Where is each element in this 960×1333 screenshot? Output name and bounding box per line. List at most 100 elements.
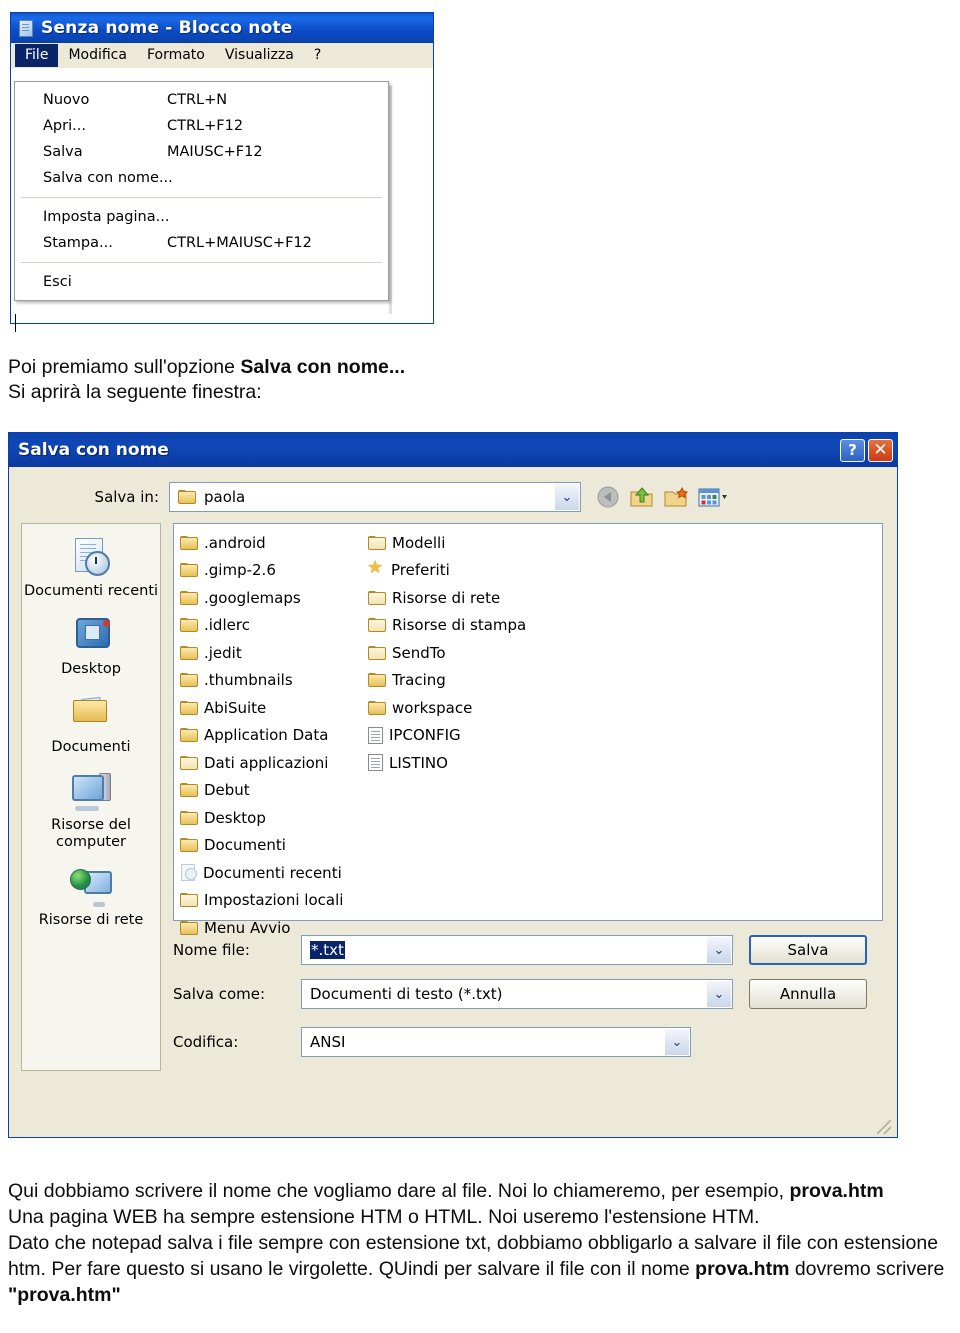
list-item[interactable]: Impostazioni locali bbox=[180, 887, 368, 915]
list-item[interactable]: Preferiti bbox=[367, 557, 526, 585]
list-item[interactable]: .jedit bbox=[180, 639, 368, 667]
menu-item-nuovo[interactable]: Nuovo CTRL+N bbox=[15, 87, 388, 113]
place-documents[interactable]: Documenti bbox=[22, 692, 160, 756]
close-icon[interactable]: ✕ bbox=[868, 438, 893, 462]
place-label: Documenti recenti bbox=[23, 583, 159, 599]
folder-pale-icon bbox=[368, 618, 386, 633]
save-button[interactable]: Salva bbox=[749, 935, 867, 965]
place-label: Desktop bbox=[61, 661, 121, 677]
list-item-label: IPCONFIG bbox=[389, 726, 461, 745]
folder-icon bbox=[368, 673, 386, 688]
instruction-paragraph-bottom: Qui dobbiamo scrivere il nome che voglia… bbox=[8, 1178, 958, 1308]
prose-paragraph-1: Qui dobbiamo scrivere il nome che voglia… bbox=[8, 1178, 958, 1204]
folder-icon bbox=[180, 535, 198, 550]
list-item[interactable]: IPCONFIG bbox=[368, 722, 526, 750]
list-item-label: .jedit bbox=[204, 643, 242, 662]
list-item[interactable]: workspace bbox=[368, 694, 526, 722]
menu-item-imposta-pagina[interactable]: Imposta pagina... bbox=[15, 204, 388, 230]
list-item-label: SendTo bbox=[392, 643, 446, 662]
prose-line-1: Poi premiamo sull'opzione Salva con nome… bbox=[8, 355, 948, 380]
save-in-combobox[interactable]: paola ⌄ bbox=[169, 482, 581, 512]
chevron-down-icon[interactable]: ⌄ bbox=[707, 981, 731, 1007]
list-item[interactable]: Debut bbox=[180, 777, 368, 805]
cancel-button[interactable]: Annulla bbox=[749, 979, 867, 1009]
folder-icon bbox=[180, 783, 198, 798]
encoding-value: ANSI bbox=[310, 1033, 346, 1051]
chevron-down-icon[interactable]: ⌄ bbox=[665, 1029, 689, 1055]
prose-line-2: Si aprirà la seguente finestra: bbox=[8, 381, 262, 403]
save-in-label: Salva in: bbox=[94, 488, 159, 506]
place-my-computer[interactable]: Risorse del computer bbox=[22, 770, 160, 851]
list-item-label: Application Data bbox=[204, 726, 329, 745]
list-item[interactable]: Modelli bbox=[368, 529, 526, 557]
resize-grip[interactable] bbox=[877, 1120, 891, 1134]
prose-text: Poi premiamo sull'opzione bbox=[8, 356, 241, 378]
views-icon[interactable] bbox=[697, 485, 727, 510]
notepad-icon bbox=[17, 19, 34, 37]
list-item[interactable]: LISTINO bbox=[368, 749, 526, 777]
list-item-label: Modelli bbox=[392, 533, 446, 552]
filename-input[interactable]: *.txt ⌄ bbox=[301, 935, 733, 965]
save-as-dialog: Salva con nome ? ✕ Salva in: paola ⌄ Doc… bbox=[8, 432, 898, 1138]
list-item[interactable]: Application Data bbox=[180, 722, 368, 750]
dialog-title: Salva con nome bbox=[18, 440, 169, 460]
menu-help[interactable]: ? bbox=[304, 44, 331, 67]
place-recent-documents[interactable]: Documenti recenti bbox=[22, 536, 160, 600]
prose-bold: Salva con nome... bbox=[240, 356, 406, 378]
list-item-label: AbiSuite bbox=[204, 698, 267, 717]
file-list[interactable]: .android .gimp-2.6 .googlemaps .idlerc .… bbox=[173, 523, 883, 937]
folder-icon bbox=[180, 810, 198, 825]
menu-formato[interactable]: Formato bbox=[137, 44, 215, 67]
filetype-combobox[interactable]: Documenti di testo (*.txt) ⌄ bbox=[301, 979, 733, 1009]
menu-visualizza[interactable]: Visualizza bbox=[215, 44, 304, 67]
chevron-down-icon[interactable]: ⌄ bbox=[555, 484, 579, 510]
list-item[interactable]: Dati applicazioni bbox=[180, 749, 368, 777]
folder-icon bbox=[368, 700, 386, 715]
list-item[interactable]: .idlerc bbox=[180, 612, 368, 640]
menu-modifica[interactable]: Modifica bbox=[58, 44, 137, 67]
list-item[interactable]: Desktop bbox=[180, 804, 368, 832]
list-item[interactable]: .googlemaps bbox=[180, 584, 368, 612]
save-in-value: paola bbox=[204, 488, 246, 506]
list-item-label: Documenti recenti bbox=[203, 863, 342, 882]
list-item[interactable]: AbiSuite bbox=[180, 694, 368, 722]
menu-item-salva[interactable]: Salva MAIUSC+F12 bbox=[15, 139, 388, 165]
list-item[interactable]: Risorse di stampa bbox=[368, 612, 526, 640]
list-item[interactable]: .android bbox=[180, 529, 368, 557]
list-item-label: Risorse di stampa bbox=[392, 616, 527, 635]
list-item[interactable]: Risorse di rete bbox=[368, 584, 526, 612]
menu-item-label: Esci bbox=[43, 274, 72, 290]
place-desktop[interactable]: Desktop bbox=[22, 614, 160, 678]
text-file-icon bbox=[368, 754, 383, 772]
encoding-row: Codifica: ANSI ⌄ bbox=[173, 1027, 883, 1057]
menu-item-stampa[interactable]: Stampa... CTRL+MAIUSC+F12 bbox=[15, 230, 388, 256]
list-item[interactable]: .gimp-2.6 bbox=[180, 557, 368, 585]
back-icon[interactable] bbox=[595, 485, 621, 510]
list-item-label: Risorse di rete bbox=[392, 588, 501, 607]
recent-documents-icon bbox=[68, 536, 114, 580]
menu-item-label: Apri... bbox=[43, 118, 86, 134]
list-item-label: Impostazioni locali bbox=[204, 891, 344, 910]
chevron-down-icon[interactable]: ⌄ bbox=[707, 937, 731, 963]
folder-icon bbox=[180, 645, 198, 660]
menu-item-apri[interactable]: Apri... CTRL+F12 bbox=[15, 113, 388, 139]
up-folder-icon[interactable] bbox=[629, 485, 655, 510]
folder-pale-icon bbox=[180, 893, 198, 908]
new-folder-icon[interactable] bbox=[663, 485, 689, 510]
place-network[interactable]: Risorse di rete bbox=[22, 865, 160, 929]
save-in-value-wrap: paola bbox=[170, 488, 245, 506]
menu-item-esci[interactable]: Esci bbox=[15, 269, 388, 295]
filetype-label: Salva come: bbox=[173, 985, 266, 1003]
prose-paragraph-3: Dato che notepad salva i file sempre con… bbox=[8, 1230, 958, 1308]
menu-item-salva-con-nome[interactable]: Salva con nome... bbox=[15, 165, 388, 191]
menu-file[interactable]: File bbox=[15, 44, 59, 67]
encoding-combobox[interactable]: ANSI ⌄ bbox=[301, 1027, 691, 1057]
list-item-label: .idlerc bbox=[204, 616, 250, 635]
list-item[interactable]: Documenti recenti bbox=[180, 859, 368, 887]
list-item[interactable]: .thumbnails bbox=[180, 667, 368, 695]
help-icon[interactable]: ? bbox=[840, 438, 865, 462]
list-item[interactable]: Tracing bbox=[368, 667, 526, 695]
filename-value-wrap: *.txt bbox=[302, 941, 345, 959]
list-item[interactable]: Documenti bbox=[180, 832, 368, 860]
list-item[interactable]: SendTo bbox=[368, 639, 526, 667]
